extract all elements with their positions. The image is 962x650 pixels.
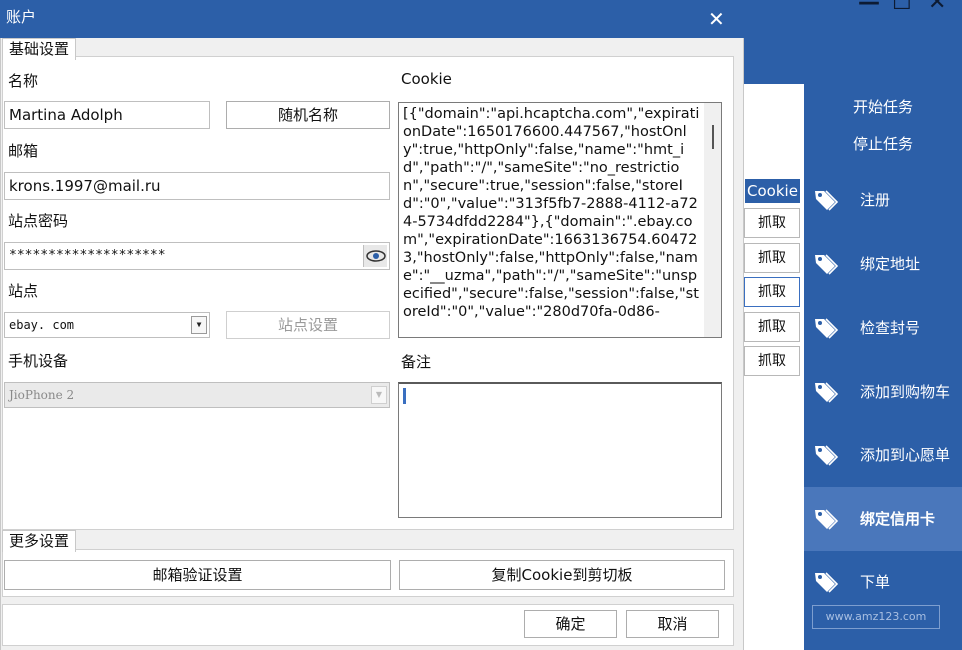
site-label: 站点 [8, 282, 39, 300]
dialog-titlebar: 账户 ✕ [0, 0, 744, 38]
dialog-title: 账户 [6, 8, 37, 26]
name-label: 名称 [8, 72, 39, 90]
tag-icon [812, 442, 839, 468]
menu-item-label: 添加到心愿单 [860, 446, 951, 464]
tag-icon [812, 569, 839, 595]
cookie-label: Cookie [401, 70, 452, 88]
menu-item-bind-address[interactable]: 绑定地址 [804, 232, 962, 296]
more-settings-legend: 更多设置 [2, 530, 77, 552]
menu-item-label: 添加到购物车 [860, 383, 951, 401]
device-select[interactable]: JioPhone 2 ▼ [4, 382, 390, 408]
minimize-icon[interactable]: — [858, 0, 880, 15]
cookie-scrollbar[interactable] [704, 103, 721, 337]
menu-item-label: 绑定地址 [860, 255, 921, 273]
menu-item-add-to-cart[interactable]: 添加到购物车 [804, 360, 962, 424]
menu-item-label: 绑定信用卡 [860, 510, 936, 528]
stop-task-button[interactable]: 停止任务 [804, 133, 962, 154]
watermark: www.amz123.com [812, 605, 940, 629]
menu-item-add-to-wishlist[interactable]: 添加到心愿单 [804, 423, 962, 487]
notes-label: 备注 [401, 353, 432, 371]
grab-button-5[interactable]: 抓取 [744, 346, 800, 376]
menu-item-label: 检查封号 [860, 319, 921, 337]
start-task-button[interactable]: 开始任务 [804, 96, 962, 117]
grab-button-3[interactable]: 抓取 [744, 277, 800, 307]
notes-textarea[interactable] [398, 382, 722, 518]
site-settings-button[interactable]: 站点设置 [226, 311, 390, 339]
basic-settings-legend: 基础设置 [2, 38, 77, 60]
menu-item-check-ban[interactable]: 检查封号 [804, 296, 962, 360]
email-verify-settings-button[interactable]: 邮箱验证设置 [4, 560, 391, 590]
email-label: 邮箱 [8, 142, 39, 160]
grab-button-4[interactable]: 抓取 [744, 312, 800, 342]
grab-button-2[interactable]: 抓取 [744, 243, 800, 273]
cookie-column-header: Cookie [745, 179, 800, 203]
chevron-down-icon[interactable]: ▼ [371, 386, 387, 404]
scrollbar-thumb[interactable] [712, 125, 714, 149]
password-input[interactable]: ******************** [4, 242, 390, 270]
cancel-button[interactable]: 取消 [626, 610, 719, 638]
tag-icon [812, 506, 839, 532]
email-input[interactable]: krons.1997@mail.ru [4, 172, 390, 200]
chevron-down-icon[interactable]: ▼ [191, 316, 207, 334]
copy-cookie-button[interactable]: 复制Cookie到剪切板 [399, 560, 725, 590]
menu-item-register[interactable]: 注册 [804, 168, 962, 232]
name-input[interactable]: Martina Adolph [4, 101, 210, 129]
menu-item-label: 下单 [860, 573, 891, 591]
tag-icon [812, 315, 839, 341]
text-caret [403, 388, 406, 404]
tag-icon [812, 187, 839, 213]
ok-button[interactable]: 确定 [524, 610, 617, 638]
site-select-value: ebay. com [9, 318, 75, 332]
tag-icon [812, 251, 839, 277]
grab-button-1[interactable]: 抓取 [744, 208, 800, 238]
cookie-textarea[interactable]: [{"domain":"api.hcaptcha.com","expiratio… [398, 102, 722, 338]
menu-item-bind-credit-card[interactable]: 绑定信用卡 [804, 487, 962, 551]
maximize-icon[interactable]: ☐ [892, 0, 912, 15]
password-value: ******************** [9, 248, 166, 263]
eye-icon[interactable] [363, 245, 387, 267]
device-select-value: JioPhone 2 [9, 388, 75, 402]
random-name-button[interactable]: 随机名称 [226, 101, 390, 129]
password-label: 站点密码 [8, 212, 69, 230]
tag-icon [812, 379, 839, 405]
close-app-icon[interactable]: ✕ [928, 0, 946, 15]
cookie-text: [{"domain":"api.hcaptcha.com","expiratio… [403, 106, 700, 320]
close-icon[interactable]: ✕ [708, 7, 725, 31]
device-label: 手机设备 [8, 352, 69, 370]
site-select[interactable]: ebay. com ▼ [4, 312, 210, 338]
dialog-footer [2, 604, 734, 646]
menu-item-label: 注册 [860, 191, 891, 209]
